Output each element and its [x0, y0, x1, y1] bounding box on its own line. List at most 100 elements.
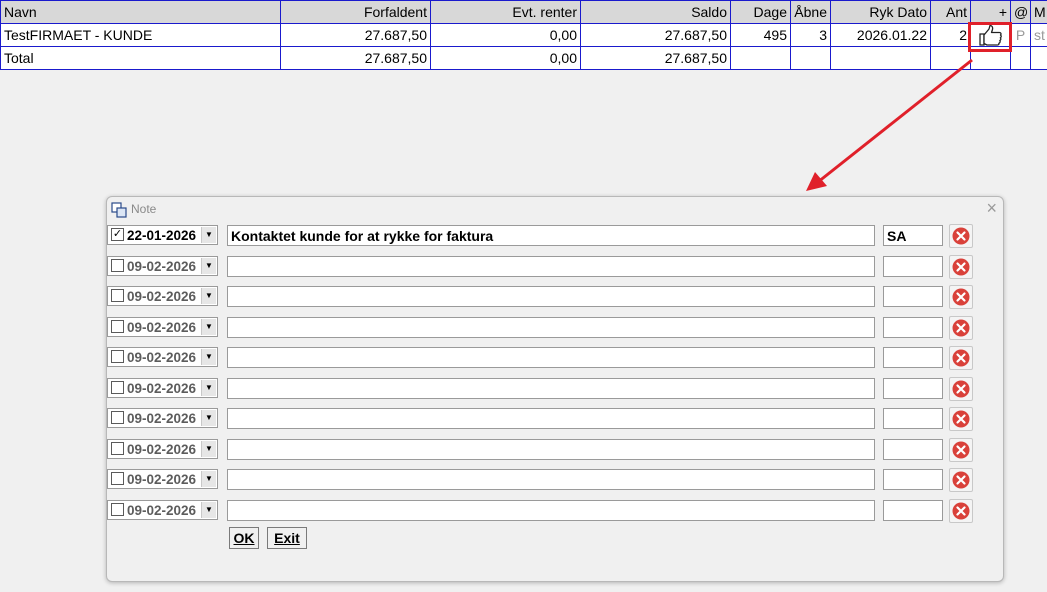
- chevron-down-icon[interactable]: ▼: [201, 349, 216, 365]
- note-cell[interactable]: [970, 23, 1011, 47]
- delete-note-button[interactable]: [949, 254, 973, 279]
- date-picker[interactable]: 09-02-2026 ▼: [107, 499, 218, 520]
- note-text-field[interactable]: [227, 316, 875, 338]
- date-picker[interactable]: 09-02-2026 ▼: [107, 316, 218, 337]
- initials-field[interactable]: [883, 438, 943, 460]
- chevron-down-icon[interactable]: ▼: [201, 410, 216, 426]
- chevron-down-icon[interactable]: ▼: [201, 288, 216, 304]
- date-picker[interactable]: 09-02-2026 ▼: [107, 347, 218, 367]
- initials-field[interactable]: [883, 499, 943, 521]
- cell-ryk-dato[interactable]: 2026.01.22: [830, 23, 931, 47]
- cell-at[interactable]: P: [1010, 23, 1031, 47]
- note-checkbox[interactable]: [111, 319, 124, 333]
- note-row: 09-02-2026 ▼: [107, 315, 1003, 340]
- delete-icon: [952, 502, 970, 519]
- col-header-abne[interactable]: Åbne: [790, 0, 831, 24]
- note-checkbox[interactable]: [111, 441, 124, 455]
- initials-field[interactable]: [883, 225, 943, 246]
- note-row: 09-02-2026 ▼: [107, 346, 1003, 370]
- delete-note-button[interactable]: [949, 285, 973, 309]
- debtor-grid: Navn Forfaldent Evt. renter Saldo Dage Å…: [0, 0, 1047, 70]
- col-header-forfaldent[interactable]: Forfaldent: [280, 0, 431, 24]
- delete-note-button[interactable]: [949, 407, 973, 431]
- cell-renter[interactable]: 0,00: [430, 23, 581, 47]
- delete-note-button[interactable]: [949, 315, 973, 340]
- delete-note-button[interactable]: [949, 498, 973, 523]
- delete-note-button[interactable]: [949, 437, 973, 462]
- note-checkbox[interactable]: [111, 380, 124, 394]
- note-text-field[interactable]: [227, 438, 875, 460]
- note-checkbox[interactable]: [111, 258, 124, 272]
- delete-note-button[interactable]: [949, 468, 973, 492]
- note-checkbox[interactable]: [111, 289, 124, 302]
- note-text-field[interactable]: [227, 377, 875, 399]
- col-header-navn[interactable]: Navn: [0, 0, 281, 24]
- close-icon[interactable]: ×: [986, 198, 997, 219]
- delete-note-button[interactable]: [949, 376, 973, 401]
- note-text-field[interactable]: [227, 469, 875, 490]
- cell-m[interactable]: st: [1030, 23, 1047, 47]
- note-text-field[interactable]: [227, 499, 875, 521]
- chevron-down-icon[interactable]: ▼: [201, 379, 216, 396]
- exit-button[interactable]: Exit: [267, 527, 307, 549]
- note-text-field[interactable]: [227, 347, 875, 368]
- cell-forfaldent[interactable]: 27.687,50: [280, 23, 431, 47]
- chevron-down-icon[interactable]: ▼: [201, 257, 216, 274]
- note-checkbox[interactable]: [111, 472, 124, 485]
- initials-field[interactable]: [883, 469, 943, 490]
- col-header-ryk-dato[interactable]: Ryk Dato: [830, 0, 931, 24]
- col-header-plus[interactable]: +: [970, 0, 1011, 24]
- note-checkbox[interactable]: ✓: [111, 228, 124, 241]
- cell-abne[interactable]: 3: [790, 23, 831, 47]
- note-text-field[interactable]: [227, 286, 875, 307]
- chevron-down-icon[interactable]: ▼: [201, 471, 216, 487]
- initials-field[interactable]: [883, 316, 943, 338]
- initials-field[interactable]: [883, 377, 943, 399]
- date-picker[interactable]: 09-02-2026 ▼: [107, 255, 218, 276]
- initials-field[interactable]: [883, 255, 943, 277]
- cell-saldo[interactable]: 27.687,50: [580, 23, 731, 47]
- cell-dage[interactable]: 495: [730, 23, 791, 47]
- cell-ant[interactable]: 2: [930, 23, 971, 47]
- total-empty-cell: [1030, 46, 1047, 70]
- date-picker[interactable]: ✓ 22-01-2026 ▼: [107, 225, 218, 245]
- date-picker[interactable]: 09-02-2026 ▼: [107, 408, 218, 428]
- note-text-field[interactable]: [227, 408, 875, 429]
- date-picker[interactable]: 09-02-2026 ▼: [107, 438, 218, 459]
- dialog-titlebar[interactable]: Note ×: [107, 197, 1003, 221]
- date-picker[interactable]: 09-02-2026 ▼: [107, 469, 218, 489]
- col-header-m[interactable]: M: [1030, 0, 1047, 24]
- delete-note-button[interactable]: [949, 346, 973, 370]
- note-row: 09-02-2026 ▼: [107, 254, 1003, 279]
- chevron-down-icon[interactable]: ▼: [201, 440, 216, 457]
- note-text-field[interactable]: [227, 255, 875, 277]
- ok-button[interactable]: OK: [229, 527, 259, 549]
- initials-field[interactable]: [883, 347, 943, 368]
- col-header-at[interactable]: @: [1010, 0, 1031, 24]
- initials-field[interactable]: [883, 408, 943, 429]
- chevron-down-icon[interactable]: ▼: [201, 227, 216, 243]
- date-picker[interactable]: 09-02-2026 ▼: [107, 286, 218, 306]
- initials-field[interactable]: [883, 286, 943, 307]
- col-header-dage[interactable]: Dage: [730, 0, 791, 24]
- col-header-ant[interactable]: Ant: [930, 0, 971, 24]
- date-value: 09-02-2026: [127, 319, 197, 335]
- date-value: 09-02-2026: [127, 289, 197, 304]
- thumbs-up-icon[interactable]: [978, 24, 1004, 46]
- note-checkbox[interactable]: [111, 502, 124, 516]
- note-text-field[interactable]: [227, 225, 875, 246]
- col-header-renter[interactable]: Evt. renter: [430, 0, 581, 24]
- dialog-title: Note: [131, 202, 157, 216]
- date-picker[interactable]: 09-02-2026 ▼: [107, 377, 218, 398]
- grid-header-row: Navn Forfaldent Evt. renter Saldo Dage Å…: [0, 0, 1047, 24]
- note-row: 09-02-2026 ▼: [107, 498, 1003, 523]
- col-header-saldo[interactable]: Saldo: [580, 0, 731, 24]
- cell-navn[interactable]: TestFIRMAET - KUNDE: [0, 23, 281, 47]
- chevron-down-icon[interactable]: ▼: [201, 318, 216, 335]
- delete-note-button[interactable]: [949, 224, 973, 248]
- chevron-down-icon[interactable]: ▼: [201, 501, 216, 518]
- total-saldo: 27.687,50: [580, 46, 731, 70]
- note-checkbox[interactable]: [111, 411, 124, 424]
- note-checkbox[interactable]: [111, 350, 124, 363]
- table-row[interactable]: TestFIRMAET - KUNDE 27.687,50 0,00 27.68…: [0, 23, 1047, 47]
